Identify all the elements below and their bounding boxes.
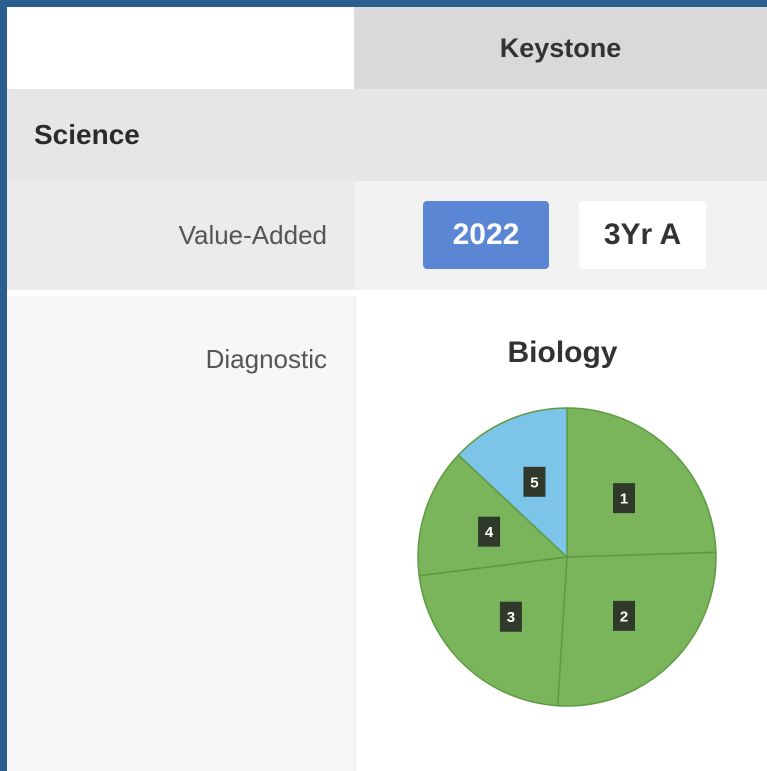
value-added-buttons: 2022 3Yr A xyxy=(354,181,767,290)
pie-slice-2[interactable] xyxy=(556,551,717,707)
row-label-value-added: Value-Added xyxy=(7,181,354,290)
year-2022-button[interactable]: 2022 xyxy=(423,201,549,269)
section-title-science: Science xyxy=(7,89,767,181)
pie-slice-1[interactable] xyxy=(566,407,717,558)
header-blank-cell xyxy=(7,7,354,89)
slice-label-text: 2 xyxy=(620,608,628,625)
pie-slice-label-4: 4 xyxy=(478,516,501,547)
pie-slice-label-5: 5 xyxy=(523,466,546,497)
biology-pie-chart[interactable]: 1 2 3 4 5 xyxy=(356,296,767,771)
diagnostic-chart-cell: Biology 12345 xyxy=(354,296,767,771)
report-frame: Keystone Science Value-Added 2022 3Yr A … xyxy=(7,7,767,771)
slice-label-text: 3 xyxy=(507,609,515,626)
three-year-average-button[interactable]: 3Yr A xyxy=(579,201,706,269)
pie-slice-label-3: 3 xyxy=(499,601,522,632)
pie-slice-label-1: 1 xyxy=(613,483,636,514)
slice-label-text: 4 xyxy=(485,524,494,541)
slice-label-text: 1 xyxy=(620,491,628,508)
slice-label-text: 5 xyxy=(530,474,538,491)
row-label-diagnostic: Diagnostic xyxy=(7,296,354,771)
pie-slice-label-2: 2 xyxy=(613,600,636,631)
column-header-keystone: Keystone xyxy=(354,7,767,89)
pie-slice-3[interactable] xyxy=(418,556,568,707)
